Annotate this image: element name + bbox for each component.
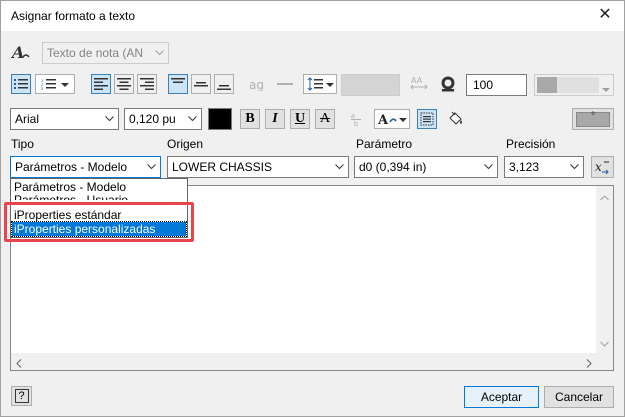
svg-text:A: A: [11, 43, 24, 62]
accept-button[interactable]: Aceptar: [464, 386, 539, 408]
text-color-swatch[interactable]: [208, 108, 232, 130]
valign-middle-button[interactable]: [191, 74, 211, 94]
scroll-corner: [596, 353, 613, 370]
text-style-combo[interactable]: Texto de nota (AN: [42, 42, 169, 64]
svg-text:ag: ag: [249, 78, 264, 91]
width-scale-input[interactable]: 100: [466, 74, 527, 96]
insert-parameter-button[interactable]: x: [591, 156, 614, 178]
title-bar: Asignar formato a texto ✕: [1, 1, 624, 31]
align-right-button[interactable]: [137, 74, 157, 94]
font-size-value: 0,120 pu: [129, 112, 176, 126]
format-text-dialog: Asignar formato a texto ✕ A Texto de not…: [0, 0, 625, 417]
strike-label: A: [319, 111, 331, 126]
tipo-label: Tipo: [11, 137, 34, 151]
svg-text:A: A: [378, 113, 389, 126]
italic-button[interactable]: I: [265, 109, 285, 129]
background-fill-button[interactable]: [417, 109, 437, 129]
chevron-up-icon[interactable]: [600, 190, 609, 204]
text-style-icon: A: [10, 43, 33, 63]
bold-label: B: [245, 111, 255, 126]
origen-value: LOWER CHASSIS: [172, 160, 273, 174]
precision-combo[interactable]: 3,123: [504, 156, 584, 178]
chevron-down-icon: [186, 109, 198, 129]
font-value: Arial: [15, 112, 40, 126]
chevron-down-icon: [61, 77, 69, 91]
chevron-down-icon: [398, 112, 407, 126]
underline-button[interactable]: U: [290, 109, 310, 129]
tipo-combo[interactable]: Parámetros - Modelo: [10, 156, 161, 178]
svg-text:b: b: [354, 121, 358, 127]
svg-text:AA: AA: [411, 76, 423, 85]
line-spacing-value: [341, 74, 400, 96]
valign-top-button[interactable]: [168, 74, 188, 94]
strikethrough-button[interactable]: A: [315, 109, 335, 129]
align-center-button[interactable]: [114, 74, 134, 94]
accept-label: Aceptar: [480, 390, 523, 404]
help-button[interactable]: ?: [11, 386, 32, 406]
color-combo-disabled: [534, 74, 614, 96]
parametro-value: d0 (0,394 in): [359, 160, 427, 174]
cancel-button[interactable]: Cancelar: [544, 386, 614, 408]
valign-bottom-button[interactable]: [214, 74, 234, 94]
numbered-list-button[interactable]: 123: [35, 74, 75, 94]
help-icon: ?: [14, 389, 29, 403]
annotation-highlight-box: [4, 202, 194, 242]
chevron-down-icon[interactable]: [600, 336, 609, 350]
width-scale-value: 100: [473, 78, 494, 92]
origen-label: Origen: [167, 137, 204, 151]
chevron-down-icon: [568, 157, 580, 177]
width-scale-icon: [437, 73, 459, 95]
stack-icon: ab: [347, 109, 367, 129]
chevron-left-icon[interactable]: [16, 357, 22, 371]
paint-bucket-icon[interactable]: [444, 108, 466, 130]
bold-button[interactable]: B: [240, 109, 260, 129]
dot-icon: °: [591, 111, 595, 122]
tipo-value: Parámetros - Modelo: [15, 160, 128, 174]
chevron-down-icon: [333, 157, 345, 177]
chevron-down-icon: [153, 43, 165, 63]
precision-value: 3,123: [509, 160, 540, 174]
line-button: [275, 74, 295, 94]
chevron-right-icon[interactable]: [586, 357, 592, 371]
text-style-value: Texto de nota (AN: [47, 46, 144, 60]
bullet-list-button[interactable]: [11, 74, 31, 94]
svg-text:a: a: [351, 113, 355, 120]
stack-text-button: ag: [247, 74, 267, 94]
chevron-down-icon: [325, 77, 334, 91]
vertical-scrollbar[interactable]: [596, 186, 613, 354]
chevron-down-icon: [482, 157, 494, 177]
precision-label: Precisión: [506, 137, 556, 151]
svg-text:x: x: [595, 160, 602, 174]
dropdown-item-parametros-modelo[interactable]: Parámetros - Modelo: [12, 180, 186, 194]
align-left-button[interactable]: [91, 74, 111, 94]
cancel-label: Cancelar: [554, 390, 604, 404]
origen-combo[interactable]: LOWER CHASSIS: [167, 156, 349, 178]
text-case-button[interactable]: A: [374, 109, 410, 129]
window-title: Asignar formato a texto: [11, 9, 136, 23]
dropdown-item-parametros-usuario[interactable]: Parámetros - Usuario: [12, 193, 186, 200]
horizontal-scrollbar[interactable]: [11, 353, 597, 370]
char-spacing-icon: AA: [408, 73, 430, 95]
parametro-label: Parámetro: [356, 137, 413, 151]
chevron-down-icon: [602, 82, 610, 96]
svg-text:3: 3: [41, 86, 44, 90]
parametro-combo[interactable]: d0 (0,394 in): [354, 156, 498, 178]
chevron-down-icon: [103, 109, 115, 129]
font-combo[interactable]: Arial: [10, 108, 119, 130]
italic-label: I: [272, 111, 278, 126]
chevron-down-icon: [145, 157, 157, 177]
font-size-combo[interactable]: 0,120 pu: [124, 108, 202, 130]
underline-label: U: [294, 111, 306, 126]
line-spacing-button[interactable]: [303, 74, 337, 94]
fill-color-combo[interactable]: °: [572, 108, 614, 130]
close-icon[interactable]: ✕: [596, 6, 614, 24]
